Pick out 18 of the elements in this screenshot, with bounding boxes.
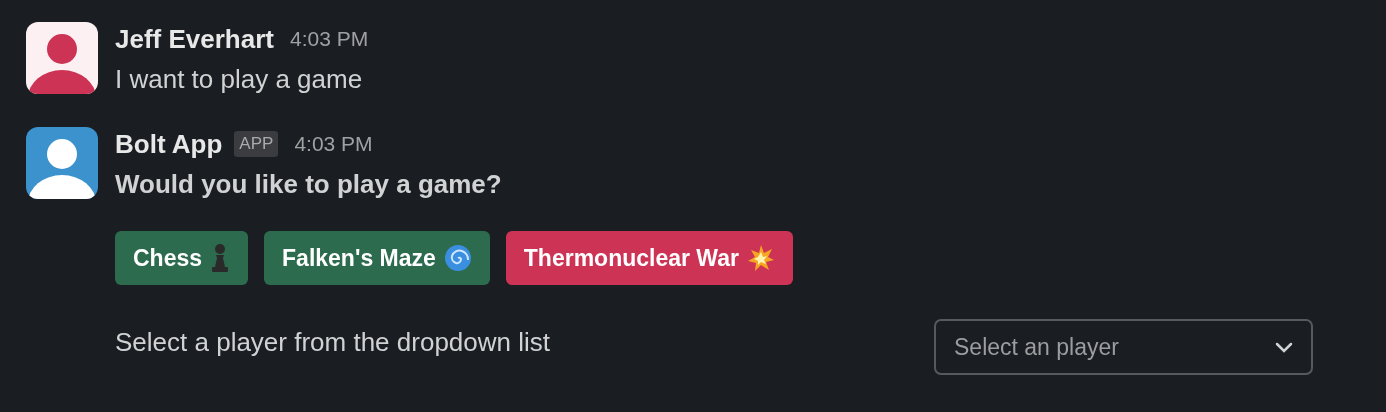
author-name[interactable]: Bolt App (115, 128, 223, 160)
spiral-icon (443, 244, 472, 272)
chess-pawn-icon (210, 243, 231, 273)
message-text: Would you like to play a game? (115, 169, 503, 200)
message-text: I want to play a game (115, 64, 364, 95)
game-button[interactable]: Falken's Maze (264, 231, 490, 285)
chevron-down-icon (1275, 341, 1293, 353)
avatar[interactable] (26, 127, 98, 199)
avatar[interactable] (26, 22, 98, 94)
player-select[interactable]: Select an player (934, 319, 1313, 375)
timestamp[interactable]: 4:03 PM (294, 132, 373, 156)
author-name[interactable]: Jeff Everhart (115, 23, 274, 55)
collision-icon (746, 244, 775, 272)
game-button[interactable]: Chess (115, 231, 249, 285)
game-button[interactable]: Thermonuclear War (505, 231, 793, 285)
section-text: Select a player from the dropdown list (115, 326, 550, 358)
app-badge: APP (234, 131, 279, 157)
timestamp[interactable]: 4:03 PM (289, 27, 369, 51)
